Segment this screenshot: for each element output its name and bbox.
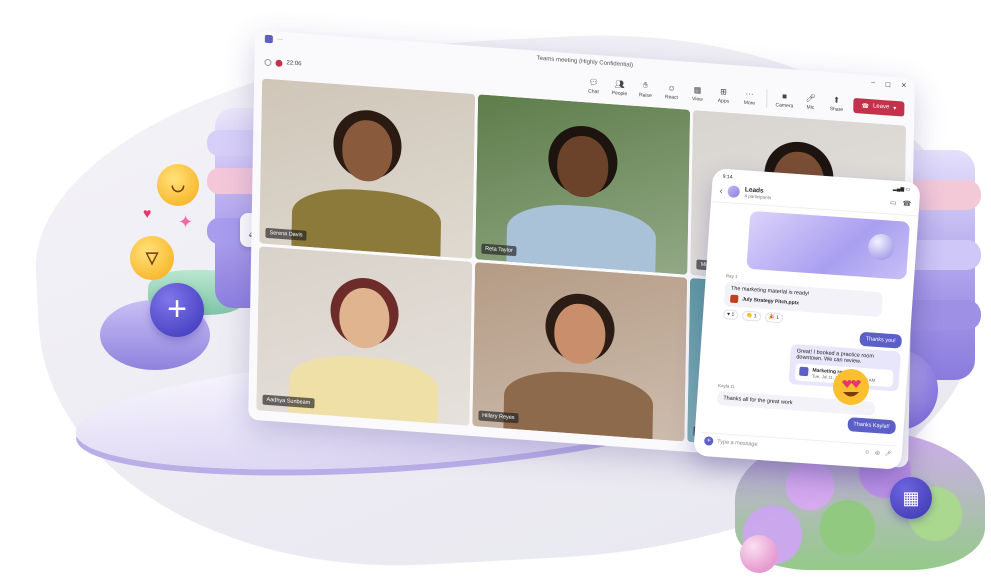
chat-icon: 💬︎ — [588, 76, 599, 87]
people-icon: 👥︎ — [614, 78, 625, 89]
add-attachment-icon[interactable]: + — [703, 436, 714, 446]
calendar-icon — [799, 366, 809, 377]
participant-face — [341, 118, 394, 184]
video-tile[interactable]: Serena Davis — [259, 78, 475, 259]
participant-face — [554, 301, 606, 367]
back-icon[interactable]: ‹ — [719, 186, 723, 196]
tool-label: React — [664, 93, 679, 101]
view-icon: ▦ — [693, 84, 702, 95]
tool-label: Chat — [588, 87, 599, 95]
powerpoint-icon — [729, 294, 739, 304]
apps-button[interactable]: ⊞ Apps — [714, 86, 732, 105]
phone-hangup-icon: ☎ — [861, 103, 870, 110]
timer-text: 22:06 — [286, 60, 302, 68]
maximize-icon[interactable]: ◻ — [885, 80, 891, 88]
outgoing-message: Thanks you! — [859, 331, 903, 349]
phone-time: 9:14 — [722, 173, 733, 181]
reaction[interactable]: ♥ 1 — [722, 309, 739, 321]
camera-button[interactable]: ■ Camera — [775, 91, 793, 109]
compose-box[interactable]: + Type a message ☺ ◎ 🎤︎ — [699, 431, 897, 462]
phone-call-icon[interactable]: ☎ — [902, 199, 911, 208]
participant-face — [557, 134, 609, 199]
mic-button[interactable]: 🎤︎ Mic — [801, 93, 819, 111]
party-popper-icon: ✦ — [178, 212, 194, 232]
participant-figure — [503, 284, 655, 440]
apps-icon: ⊞ — [720, 86, 728, 97]
mic-icon[interactable]: 🎤︎ — [885, 450, 892, 456]
raise-button[interactable]: ✋︎ Raise — [636, 80, 654, 99]
view-button[interactable]: ▦ View — [688, 84, 706, 103]
mobile-chat: 9:14 ▂▄▆ ▭ ‹ Leads 4 participants ▭ ☎ Ra… — [693, 168, 921, 470]
emoji-icon[interactable]: ☺ — [864, 449, 870, 455]
close-icon[interactable]: ✕ — [901, 81, 907, 89]
video-call-icon[interactable]: ▭ — [890, 199, 897, 207]
chevron-down-icon[interactable]: ▾ — [893, 104, 896, 111]
share-icon: ⬆ — [833, 94, 841, 105]
participant-body — [506, 200, 657, 272]
share-button[interactable]: ⬆ Share — [827, 95, 845, 113]
tool-label: Apps — [717, 97, 730, 105]
shared-image[interactable] — [746, 210, 911, 280]
group-avatar — [727, 185, 741, 198]
add-button[interactable]: + — [150, 283, 204, 337]
tool-label: More — [743, 99, 756, 107]
minimize-icon[interactable]: – — [871, 79, 875, 87]
participant-figure — [291, 101, 442, 257]
heart-icon: ♥ — [143, 205, 152, 221]
heart-eyes-emoji-icon — [833, 369, 869, 405]
chat-actions: ▭ ☎ — [890, 199, 912, 208]
people-button[interactable]: 👥︎ People — [610, 79, 628, 97]
chat-participants: 4 participants — [744, 193, 772, 201]
react-button[interactable]: ☺ React — [662, 82, 680, 101]
file-name: July Strategy Pitch.pptx — [741, 296, 800, 307]
meeting-timer: 22:06 — [264, 58, 302, 68]
participant-figure — [506, 116, 658, 272]
tool-label: People — [611, 89, 628, 97]
participant-body — [503, 367, 654, 440]
message-input[interactable]: Type a message — [717, 439, 758, 448]
pink-ball — [740, 535, 778, 573]
more-button[interactable]: ··· More — [740, 88, 758, 107]
video-tile[interactable]: Reta Taylor — [474, 94, 691, 275]
laughing-emoji-icon: ▽ — [130, 236, 174, 280]
compose-actions: ☺ ◎ 🎤︎ — [864, 449, 892, 457]
leave-button[interactable]: ☎ Leave ▾ — [853, 97, 905, 117]
tool-label: Camera — [775, 101, 794, 109]
reaction[interactable]: 🎉 1 — [764, 312, 784, 324]
signal-icon: ▂▄▆ ▭ — [892, 185, 911, 193]
chat-title-block: Leads 4 participants — [744, 186, 772, 200]
tool-label: Share — [829, 105, 844, 113]
recording-icon — [275, 59, 283, 67]
raise-hand-icon: ✋︎ — [643, 80, 648, 90]
marketing-hero: ◡ ▽ ♥ ✦ 🔔︎ + ··· Teams meeting (Highly C… — [0, 0, 991, 580]
calendar-icon[interactable]: ▦ — [890, 477, 932, 519]
reaction[interactable]: 👏 1 — [741, 310, 761, 322]
react-icon: ☺ — [667, 82, 676, 93]
outgoing-message: Thanks Kayla!! — [846, 417, 897, 435]
tool-label: Raise — [638, 92, 652, 100]
participant-body — [291, 184, 442, 257]
toolbar-divider — [766, 89, 768, 108]
chat-button[interactable]: 💬︎ Chat — [584, 77, 602, 95]
camera-icon[interactable]: ◎ — [875, 450, 880, 456]
smile-emoji-icon: ◡ — [157, 164, 199, 206]
participant-body — [288, 351, 439, 424]
video-tile[interactable]: Hillary Reyes — [471, 261, 688, 442]
more-icon: ··· — [745, 88, 754, 99]
leave-label: Leave — [872, 103, 890, 111]
video-tile[interactable]: Aadhya Sunbeam — [256, 245, 472, 426]
camera-icon: ■ — [782, 91, 788, 101]
status-icon — [264, 58, 272, 66]
mic-icon: 🎤︎ — [805, 92, 816, 103]
tool-label: Mic — [806, 103, 815, 111]
participant-face — [338, 285, 391, 351]
tool-label: View — [692, 95, 703, 103]
